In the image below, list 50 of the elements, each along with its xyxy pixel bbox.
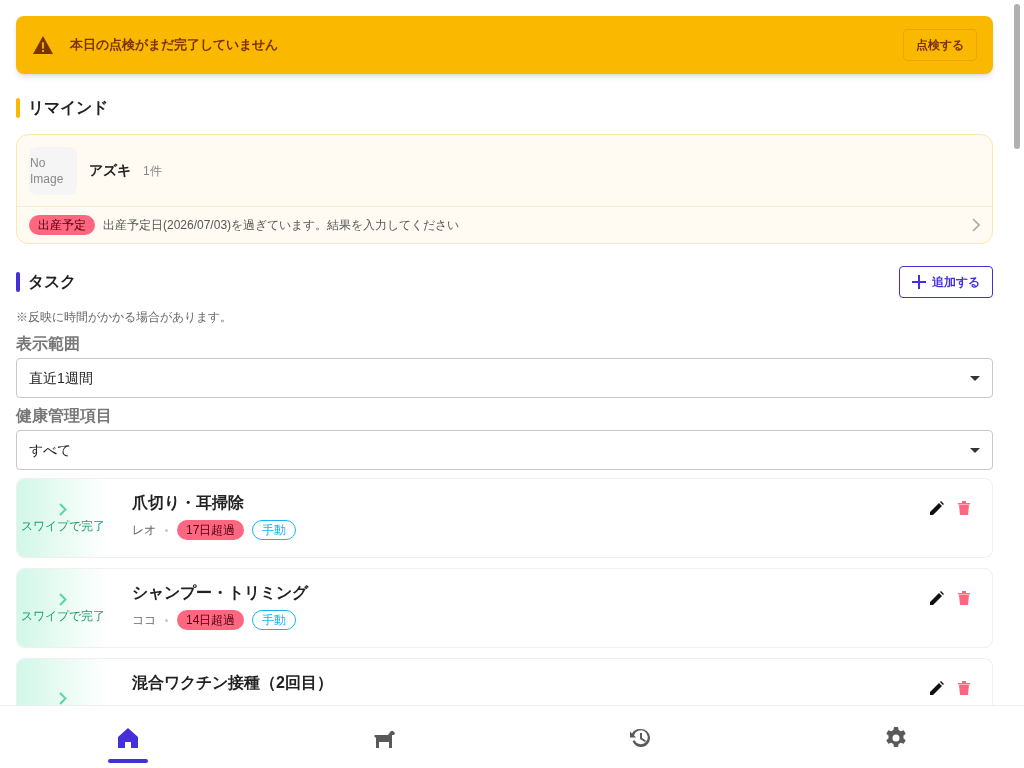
edit-icon[interactable]	[930, 681, 944, 695]
task-card[interactable]: スワイプで完了 爪切り・耳掃除 レオ 17日超過 手動	[16, 478, 993, 558]
overdue-badge: 17日超過	[177, 520, 245, 540]
task-title: シャンプー・トリミング	[132, 583, 310, 603]
add-button[interactable]: 追加する	[899, 266, 993, 298]
image-placeholder: No Image	[29, 146, 77, 195]
delete-icon[interactable]	[958, 501, 970, 515]
filter-label: 健康管理項目	[16, 406, 113, 426]
pet-name: レオ	[132, 522, 156, 539]
home-icon[interactable]	[116, 726, 140, 750]
task-title: 混合ワクチン接種（2回目）	[132, 673, 334, 693]
note-text: ※反映に時間がかかる場合があります。	[16, 309, 233, 326]
reminder-card[interactable]: No Image アズキ 1件 出産予定 出産予定日(2026/07/03)を過ぎています。結果を入力してください	[16, 134, 993, 244]
swipe-hint: スワイプで完了	[21, 609, 105, 623]
chevron-right-icon	[59, 593, 67, 606]
section-title: タスク	[28, 272, 76, 292]
plus-icon	[912, 275, 926, 289]
select-field[interactable]: すべて	[16, 430, 993, 470]
edit-icon[interactable]	[930, 501, 944, 515]
select-value: すべて	[29, 440, 72, 460]
chevron-right-icon	[59, 503, 67, 516]
dropdown-arrow-icon	[970, 375, 980, 381]
task-card[interactable]: スワイプで完了 シャンプー・トリミング ココ 14日超過 手動	[16, 568, 993, 648]
task-card[interactable]: 混合ワクチン接種（2回目）	[16, 658, 993, 705]
chevron-right-icon	[59, 691, 67, 705]
pet-name: アズキ	[89, 161, 131, 180]
task-title: 爪切り・耳掃除	[132, 493, 245, 513]
pet-name: ココ	[132, 612, 156, 629]
select-field[interactable]: 直近1週間	[16, 358, 993, 398]
event-tag: 出産予定	[29, 215, 95, 235]
section-title: リマインド	[28, 98, 108, 118]
filter-label: 表示範囲	[16, 334, 81, 354]
heading-accent	[16, 272, 20, 292]
delete-icon[interactable]	[958, 681, 970, 695]
inspect-button[interactable]: 点検する	[903, 29, 977, 61]
reminder-message: 出産予定日(2026/07/03)を過ぎています。結果を入力してください	[103, 217, 461, 234]
reminder-count: 1件	[143, 162, 162, 180]
scrollbar[interactable]	[1014, 4, 1020, 149]
chevron-right-icon	[972, 218, 980, 232]
edit-icon[interactable]	[930, 591, 944, 605]
swipe-hint: スワイプで完了	[21, 519, 105, 533]
delete-icon[interactable]	[958, 591, 970, 605]
select-value: 直近1週間	[29, 368, 94, 388]
overdue-badge: 14日超過	[177, 610, 245, 630]
history-icon[interactable]	[628, 726, 652, 750]
warning-icon	[32, 35, 54, 55]
dropdown-arrow-icon	[970, 447, 980, 453]
settings-icon[interactable]	[884, 726, 908, 750]
alert-message: 本日の点検がまだ完了していません	[70, 36, 279, 55]
heading-accent	[16, 98, 20, 118]
